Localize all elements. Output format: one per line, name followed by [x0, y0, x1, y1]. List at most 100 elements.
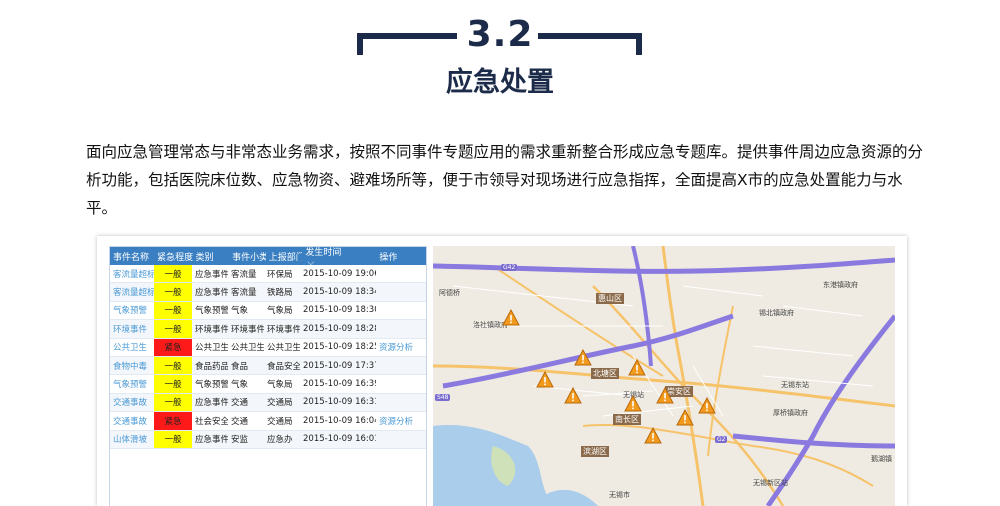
time-cell: 2015-10-09 18:28:0 — [303, 323, 376, 334]
resource-analysis-link[interactable] — [376, 283, 426, 300]
subtype-cell: 交通 — [231, 416, 249, 427]
column-header-action: 操作 — [379, 252, 398, 263]
column-header-dept[interactable]: 上报部门 — [266, 250, 303, 263]
resource-analysis-link[interactable]: 资源分析 — [376, 412, 426, 429]
table-row[interactable]: 环境事件一般环境事件环境事件环境事件2015-10-09 18:28:0 — [110, 320, 426, 339]
subtype-cell: 交通 — [231, 398, 249, 409]
time-cell: 2015-10-09 18:34:3 — [303, 287, 376, 298]
header-rule-right — [538, 33, 642, 39]
category-cell: 气象预警 — [195, 306, 228, 317]
event-name-link[interactable]: 山体滑坡 — [110, 431, 154, 448]
section-number: 3.2 — [466, 14, 534, 55]
category-cell: 社会安全 — [195, 416, 228, 427]
dept-cell: 应急办 — [267, 435, 293, 446]
table-row[interactable]: 交通事故紧急社会安全交通 交通局 2015-10-09 16:04:5资源分析 — [110, 412, 426, 431]
column-header-name[interactable]: 事件名称 — [110, 250, 154, 263]
severity-badge: 一般 — [154, 375, 192, 393]
dept-cell: 环保局 — [267, 269, 293, 280]
subtype-cell: 食品 — [231, 361, 249, 372]
severity-badge: 一般 — [154, 430, 192, 448]
dept-cell: 气象局 — [267, 306, 293, 317]
map-place-label: 阿德桥 — [439, 289, 460, 297]
resource-analysis-link[interactable] — [376, 375, 426, 392]
dept-cell: 气象局 — [267, 380, 293, 391]
highway-badge-g42: G42 — [501, 264, 518, 271]
district-label: 滨湖区 — [581, 446, 609, 457]
severity-badge: 一般 — [154, 283, 192, 301]
category-cell: 应急事件 — [195, 288, 228, 299]
column-header-severity[interactable]: 紧急程度 — [154, 250, 192, 263]
event-name-link[interactable]: 公共卫生 — [110, 339, 154, 356]
resource-analysis-link[interactable]: 资源分析 — [376, 339, 426, 356]
event-name-link[interactable]: 客流量超标 — [110, 265, 154, 282]
district-label: 北塘区 — [591, 368, 619, 379]
resource-analysis-link[interactable] — [376, 431, 426, 448]
time-cell: 2015-10-09 16:31:5 — [303, 397, 376, 408]
table-row[interactable]: 食物中毒一般食品药品食品 食品安全2015-10-09 17:37:2 — [110, 356, 426, 376]
table-row[interactable]: 气象预警一般气象预警气象气象局2015-10-09 16:39:0 — [110, 375, 426, 394]
map-place-label: 锡北镇政府 — [759, 309, 794, 317]
resource-analysis-link[interactable] — [376, 394, 426, 411]
dept-cell: 交通局 — [267, 416, 293, 427]
district-label: 惠山区 — [596, 293, 624, 304]
severity-badge: 一般 — [154, 393, 192, 412]
severity-badge: 一般 — [154, 265, 192, 283]
map-place-label: 无锡东站 — [781, 381, 809, 389]
header-rule-left-tick — [357, 33, 363, 55]
dept-cell: 食品安全 — [267, 361, 300, 372]
table-row[interactable]: 山体滑坡一般应急事件安监 应急办 2015-10-09 16:01:0 — [110, 430, 426, 449]
description-paragraph: 面向应急管理常态与非常态业务需求，按照不同事件专题应用的需求重新整合形成应急专题… — [86, 143, 924, 217]
time-cell: 2015-10-09 18:30:2 — [303, 305, 376, 316]
map-place-label: 东港镇政府 — [823, 281, 858, 289]
category-cell: 公共卫生 — [195, 343, 228, 354]
highway-badge-g2: G2 — [715, 436, 728, 443]
severity-badge: 紧急 — [154, 412, 192, 430]
dept-cell: 铁路局 — [267, 288, 293, 299]
event-name-link[interactable]: 气象预警 — [110, 302, 154, 319]
district-label: 南长区 — [613, 414, 641, 425]
dept-cell: 环境事件 — [267, 324, 300, 335]
table-row[interactable]: 客流量超标一般应急事件客流量环保局 2015-10-09 19:06:3 — [110, 265, 426, 284]
table-row[interactable]: 公共卫生紧急公共卫生公共卫生公共卫生2015-10-09 18:25:3资源分析 — [110, 338, 426, 357]
event-name-link[interactable]: 环境事件 — [110, 320, 154, 337]
event-name-link[interactable]: 客流量超标 — [110, 283, 154, 300]
resource-analysis-link[interactable] — [376, 265, 426, 282]
column-header-subtype[interactable]: 事件小类 — [229, 250, 266, 263]
severity-badge: 紧急 — [154, 338, 192, 356]
resource-analysis-link[interactable] — [376, 320, 426, 337]
severity-badge: 一般 — [154, 301, 192, 320]
map-place-label: 厚桥镇政府 — [773, 409, 808, 417]
subtype-cell: 公共卫生 — [231, 343, 264, 354]
resource-analysis-link[interactable] — [376, 302, 426, 319]
highway-badge-s48: S48 — [435, 394, 451, 401]
severity-badge: 一般 — [154, 356, 192, 375]
event-name-link[interactable]: 气象预警 — [110, 375, 154, 392]
category-cell: 应急事件 — [195, 269, 228, 280]
header-rule-right-tick — [636, 33, 642, 55]
category-cell: 应急事件 — [195, 398, 228, 409]
severity-badge: 一般 — [154, 320, 192, 338]
column-header-time-label: 发生时间 — [305, 247, 342, 258]
map-place-label: 无锡市 — [609, 491, 630, 499]
time-cell: 2015-10-09 16:04:5 — [303, 415, 376, 426]
map-view[interactable]: G42 S48 G2 阿德桥 洛社镇政府 东港镇政府 锡北镇政府 厚桥镇政府 鹅… — [433, 246, 895, 506]
event-name-link[interactable]: 食物中毒 — [110, 357, 154, 374]
event-name-link[interactable]: 交通事故 — [110, 412, 154, 429]
table-row[interactable]: 交通事故一般应急事件交通 交通局 2015-10-09 16:31:5 — [110, 393, 426, 413]
dept-cell: 公共卫生 — [267, 343, 300, 354]
time-cell: 2015-10-09 17:37:2 — [303, 360, 376, 371]
subtype-cell: 客流量 — [231, 269, 257, 280]
table-row[interactable]: 气象预警一般气象预警气象气象局2015-10-09 18:30:2 — [110, 301, 426, 321]
time-cell: 2015-10-09 16:39:0 — [303, 379, 376, 390]
table-header: 事件名称 紧急程度 类别 事件小类 上报部门 发生时间 ⌵ 操作 — [110, 247, 426, 268]
header-rule-left — [357, 33, 457, 39]
subtype-cell: 环境事件 — [231, 324, 264, 335]
time-cell: 2015-10-09 19:06:3 — [303, 268, 376, 279]
table-row[interactable]: 客流量超标一般应急事件客流量铁路局 2015-10-09 18:34:3 — [110, 283, 426, 302]
resource-analysis-link[interactable] — [376, 357, 426, 374]
map-place-label: 鹅湖镇 — [871, 455, 892, 463]
column-header-category[interactable]: 类别 — [193, 250, 230, 263]
time-cell: 2015-10-09 16:01:0 — [303, 434, 376, 445]
dept-cell: 交通局 — [267, 398, 293, 409]
event-name-link[interactable]: 交通事故 — [110, 394, 154, 411]
